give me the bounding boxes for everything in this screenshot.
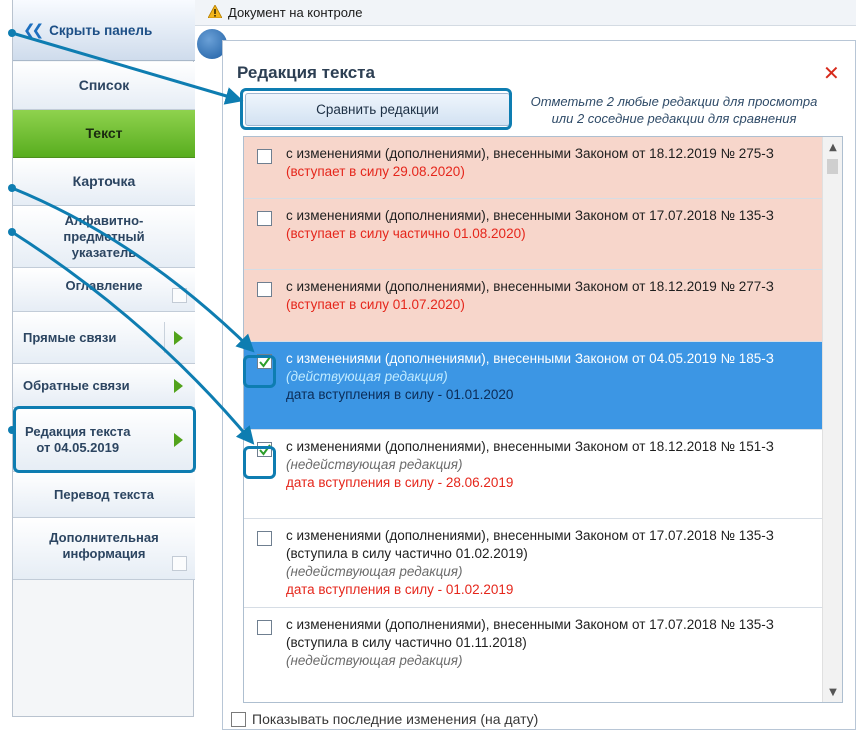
scroll-thumb[interactable]	[827, 159, 838, 174]
hide-panel-label: Скрыть панель	[49, 22, 153, 38]
edition-effective-date: дата вступления в силу - 28.06.2019	[286, 475, 514, 490]
edition-effective-date: дата вступления в силу - 01.01.2020	[286, 387, 514, 402]
double-chevron-left-icon: ❮❮	[23, 21, 44, 39]
edition-effective-note: (вступает в силу 01.07.2020)	[286, 297, 465, 312]
text-edition-dialog: Редакция текста ✕ Сравнить редакции Отме…	[222, 40, 856, 730]
edition-checkbox[interactable]	[257, 211, 272, 226]
contents-checkbox[interactable]	[172, 288, 187, 303]
nav-direct-links[interactable]: Прямые связи	[13, 312, 195, 364]
nav-backlinks[interactable]: Обратные связи	[13, 364, 195, 408]
edition-title: с изменениями (дополнениями), внесенными…	[286, 439, 774, 454]
edition-effective-note: (вступает в силу 29.08.2020)	[286, 164, 465, 179]
document-status-bar: Документ на контроле	[195, 0, 856, 26]
edition-status: (недействующая редакция)	[286, 653, 463, 668]
nav-subject-index-label: Алфавитно- предметный указатель	[63, 212, 145, 260]
list-item[interactable]: с изменениями (дополнениями), внесенными…	[244, 270, 822, 342]
editions-list: с изменениями (дополнениями), внесенными…	[243, 136, 843, 703]
edition-status: (недействующая редакция)	[286, 564, 463, 579]
selection-hint: Отметьте 2 любые редакции для просмотра …	[530, 94, 818, 126]
edition-title: с изменениями (дополнениями), внесенными…	[286, 617, 774, 650]
dialog-title: Редакция текста	[237, 63, 375, 82]
nav-card[interactable]: Карточка	[13, 158, 195, 206]
nav-translation-label: Перевод текста	[54, 486, 154, 502]
warning-icon	[208, 5, 222, 18]
compare-button-highlight	[240, 88, 512, 130]
nav-contents-label: Оглавление	[65, 278, 143, 293]
list-item[interactable]: с изменениями (дополнениями), внесенными…	[244, 519, 822, 608]
nav-list[interactable]: Список	[13, 62, 195, 110]
edition-status: (действующая редакция)	[286, 369, 448, 384]
additional-info-checkbox[interactable]	[172, 556, 187, 571]
checkbox-highlight	[243, 446, 276, 479]
nav-backlinks-label: Обратные связи	[23, 377, 130, 393]
edition-checkbox[interactable]	[257, 282, 272, 297]
checkbox-highlight	[243, 355, 276, 388]
edition-tab-highlight	[13, 406, 196, 473]
side-panel: ❮❮ Скрыть панель Список Текст Карточка А…	[12, 0, 195, 717]
edition-status: (недействующая редакция)	[286, 457, 463, 472]
nav-text-label: Текст	[85, 125, 123, 141]
nav-contents[interactable]: Оглавление	[13, 268, 195, 312]
play-arrow-icon[interactable]	[174, 330, 183, 345]
edition-title: с изменениями (дополнениями), внесенными…	[286, 279, 774, 294]
edition-checkbox[interactable]	[257, 620, 272, 635]
scroll-up-icon[interactable]: ▲	[823, 137, 842, 157]
show-last-changes-option[interactable]: Показывать последние изменения (на дату)	[231, 711, 538, 727]
edition-checkbox[interactable]	[257, 531, 272, 546]
play-arrow-icon[interactable]	[174, 378, 183, 393]
edition-title: с изменениями (дополнениями), внесенными…	[286, 208, 774, 223]
hide-panel-button[interactable]: ❮❮ Скрыть панель	[13, 0, 195, 61]
nav-list-label: Список	[78, 77, 130, 93]
nav-text[interactable]: Текст	[13, 110, 195, 158]
edition-title: с изменениями (дополнениями), внесенными…	[286, 146, 774, 161]
close-icon[interactable]: ✕	[823, 63, 840, 83]
list-item[interactable]: с изменениями (дополнениями), внесенными…	[244, 430, 822, 519]
show-last-changes-checkbox[interactable]	[231, 711, 246, 727]
edition-checkbox[interactable]	[257, 149, 272, 164]
list-item[interactable]: с изменениями (дополнениями), внесенными…	[244, 608, 822, 702]
divider	[164, 322, 165, 353]
edition-title: с изменениями (дополнениями), внесенными…	[286, 351, 774, 366]
nav-translation[interactable]: Перевод текста	[13, 472, 195, 518]
edition-title: с изменениями (дополнениями), внесенными…	[286, 528, 774, 561]
nav-direct-links-label: Прямые связи	[23, 329, 117, 345]
nav-additional-info[interactable]: Дополнительная информация	[13, 518, 195, 580]
nav-additional-info-label: Дополнительная информация	[49, 530, 159, 561]
nav-card-label: Карточка	[72, 173, 136, 189]
list-item[interactable]: с изменениями (дополнениями), внесенными…	[244, 137, 822, 199]
list-item[interactable]: с изменениями (дополнениями), внесенными…	[244, 199, 822, 270]
edition-effective-note: (вступает в силу частично 01.08.2020)	[286, 226, 526, 241]
nav-subject-index[interactable]: Алфавитно- предметный указатель	[13, 206, 195, 268]
list-item[interactable]: с изменениями (дополнениями), внесенными…	[244, 342, 822, 430]
show-last-changes-label: Показывать последние изменения (на дату)	[252, 711, 539, 727]
scrollbar[interactable]: ▲ ▼	[822, 137, 842, 702]
scroll-down-icon[interactable]: ▼	[823, 682, 842, 702]
edition-effective-date: дата вступления в силу - 01.02.2019	[286, 582, 514, 597]
document-status-text: Документ на контроле	[228, 5, 363, 20]
